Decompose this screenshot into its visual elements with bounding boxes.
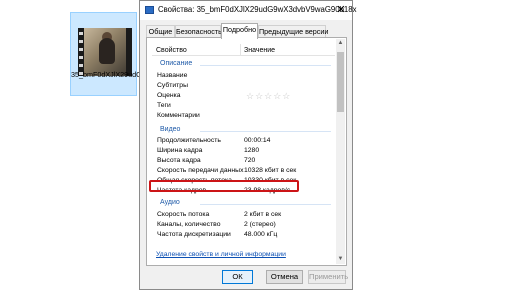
table-row[interactable]: Каналы, количество 2 (стерео) <box>152 220 335 230</box>
remove-properties-link[interactable]: Удаление свойств и личной информации <box>156 251 286 258</box>
cancel-button[interactable]: Отмена <box>266 270 303 284</box>
properties-icon <box>145 6 154 14</box>
title-bar: Свойства: 35_bmF0dXJlX29udG9wX3dvbV9waG9… <box>140 1 357 20</box>
ok-button[interactable]: ОК <box>222 270 253 284</box>
table-row[interactable]: Высота кадра 720 <box>152 156 335 166</box>
tab-details[interactable]: Подробно <box>221 23 258 39</box>
frame-rate-highlight <box>149 180 299 192</box>
apply-button[interactable]: Применить <box>308 270 348 284</box>
table-row[interactable]: Скорость передачи данных 10328 кбит в сек <box>152 166 335 176</box>
table-header: Свойство Значение <box>152 43 335 56</box>
group-audio: Аудио <box>152 198 335 209</box>
table-row[interactable]: Скорость потока 2 кбит в сек <box>152 210 335 220</box>
group-description: Описание <box>152 59 335 70</box>
properties-dialog: Свойства: 35_bmF0dXJlX29udG9wX3dvbV9waG9… <box>139 0 357 290</box>
scroll-thumb[interactable] <box>337 52 344 112</box>
scroll-up-arrow-icon[interactable]: ▲ <box>336 39 345 48</box>
vertical-scrollbar[interactable]: ▲ ▼ <box>336 39 345 264</box>
details-panel: Свойство Значение Описание Название Субт… <box>146 37 347 266</box>
column-header-property[interactable]: Свойство <box>156 47 187 54</box>
table-row[interactable]: Ширина кадра 1280 <box>152 146 335 156</box>
video-thumbnail-icon <box>78 28 132 76</box>
video-file-tile[interactable] <box>70 12 137 96</box>
table-row[interactable]: Название <box>152 71 335 81</box>
table-row[interactable]: Оценка ☆☆☆☆☆ <box>152 91 335 101</box>
group-video: Видео <box>152 125 335 136</box>
dialog-title: Свойства: 35_bmF0dXJlX29udG9wX3dvbV9waG9… <box>158 5 357 14</box>
table-row[interactable]: Комментарии <box>152 111 335 121</box>
file-name-label: 35_bmF0dXJlX29udG9wX3dvbV9waG90b18x <box>71 70 218 80</box>
properties-table: Свойство Значение Описание Название Субт… <box>152 43 335 252</box>
column-header-value[interactable]: Значение <box>244 47 275 54</box>
table-row[interactable]: Продолжительность 00:00:14 <box>152 136 335 146</box>
scroll-down-arrow-icon[interactable]: ▼ <box>336 255 345 264</box>
table-row[interactable]: Частота дискретизации 48.000 кГц <box>152 230 335 240</box>
close-button[interactable]: ✕ <box>334 3 348 17</box>
table-row[interactable]: Субтитры <box>152 81 335 91</box>
table-row[interactable]: Теги <box>152 101 335 111</box>
